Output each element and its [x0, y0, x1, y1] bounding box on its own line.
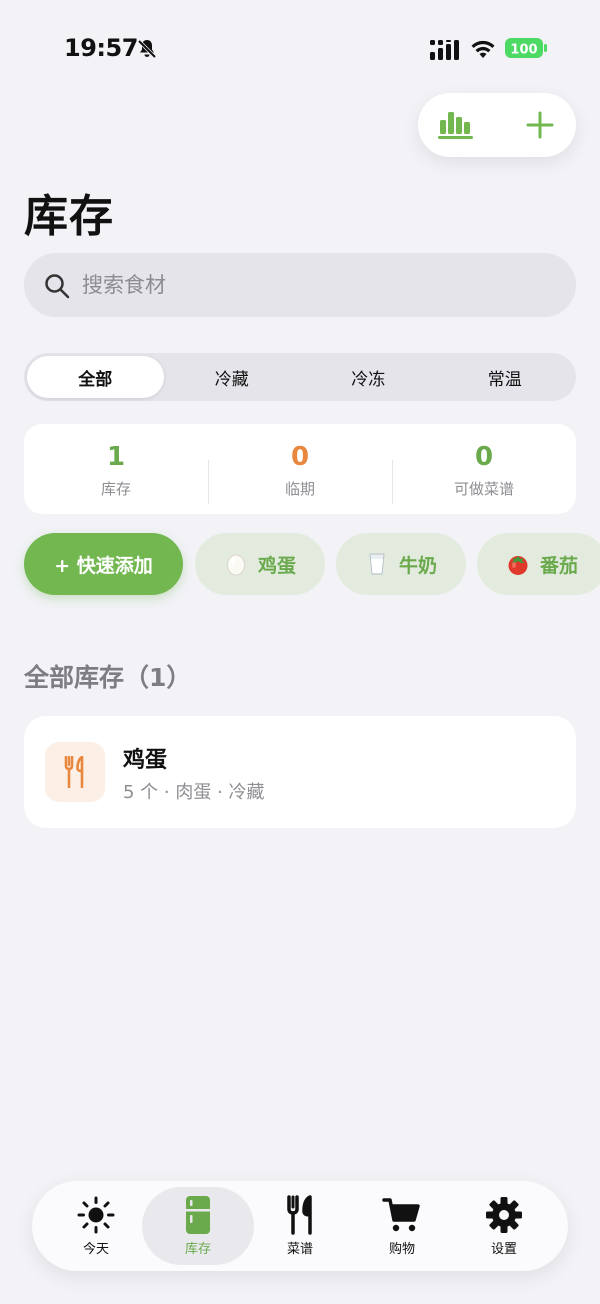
section-title: 全部库存（1） — [24, 663, 192, 692]
fork-knife-icon — [287, 1195, 312, 1235]
fridge-icon — [186, 1196, 210, 1234]
tab-freezer[interactable]: 冷冻 — [300, 356, 437, 398]
quick-add-chip-milk[interactable]: 牛奶 — [336, 533, 466, 595]
page-title: 库存 — [24, 191, 114, 242]
status-time: 19:57 — [64, 34, 138, 62]
quick-add-row: + 快速添加 鸡蛋 牛奶 番茄 — [24, 533, 600, 595]
tab-label: 购物 — [388, 1242, 415, 1257]
tab-settings[interactable]: 设置 — [448, 1187, 560, 1265]
tab-recipes[interactable]: 菜谱 — [244, 1187, 356, 1265]
stat-value: 0 — [290, 441, 310, 472]
tab-inventory[interactable]: 库存 — [142, 1187, 254, 1265]
cart-icon — [382, 1198, 420, 1232]
tab-bar: 今天 库存 菜谱 购物 设置 — [32, 1181, 568, 1271]
tab-shopping[interactable]: 购物 — [346, 1187, 458, 1265]
tab-room-temp[interactable]: 常温 — [437, 356, 574, 398]
tab-label: 设置 — [490, 1242, 517, 1257]
quick-add-button[interactable]: + 快速添加 — [24, 533, 183, 595]
fork-knife-icon — [64, 756, 84, 788]
tab-today[interactable]: 今天 — [40, 1187, 152, 1265]
item-name: 鸡蛋 — [123, 748, 168, 773]
tab-label: 库存 — [184, 1242, 211, 1257]
stat-inventory: 1 库存 — [24, 440, 208, 499]
stat-label: 可做菜谱 — [453, 479, 514, 498]
stat-label: 临期 — [284, 479, 315, 498]
search-bar[interactable] — [24, 253, 576, 317]
storage-filter: 全部 冷藏 冷冻 常温 — [24, 353, 576, 401]
stat-recipes: 0 可做菜谱 — [392, 440, 576, 504]
search-input[interactable] — [82, 253, 552, 317]
battery-icon: 100 — [505, 38, 547, 58]
egg-icon — [226, 554, 245, 576]
quick-add-chip-egg[interactable]: 鸡蛋 — [195, 533, 325, 595]
stats-card: 1 库存 0 临期 0 可做菜谱 — [24, 424, 576, 514]
status-bar: 19:57 100 — [0, 0, 600, 96]
bar-chart-icon — [438, 112, 473, 139]
list-item[interactable]: 鸡蛋 5 个 · 肉蛋 · 冷藏 — [24, 716, 576, 828]
sun-icon — [77, 1196, 115, 1234]
chip-label: 牛奶 — [398, 554, 437, 577]
chip-label: 鸡蛋 — [257, 554, 296, 577]
signal-icon — [430, 40, 459, 60]
battery-level: 100 — [510, 43, 537, 58]
tab-label: 今天 — [82, 1242, 109, 1257]
bell-slash-icon — [137, 39, 157, 59]
quick-add-chip-tomato[interactable]: 番茄 — [477, 533, 600, 595]
stat-expiring: 0 临期 — [208, 440, 392, 504]
tab-label: 菜谱 — [286, 1242, 313, 1257]
add-button[interactable] — [520, 105, 560, 145]
stats-button[interactable] — [436, 105, 476, 145]
stat-label: 库存 — [100, 479, 131, 498]
chip-label: 番茄 — [539, 554, 578, 577]
top-action-bar — [418, 93, 576, 157]
item-meta: 5 个 · 肉蛋 · 冷藏 — [123, 782, 265, 803]
plus-icon — [526, 111, 554, 139]
item-icon-badge — [45, 742, 105, 802]
tab-all[interactable]: 全部 — [27, 356, 164, 398]
tab-fridge[interactable]: 冷藏 — [164, 356, 301, 398]
milk-icon — [369, 553, 385, 575]
tomato-icon — [508, 556, 528, 575]
search-icon — [45, 274, 70, 299]
stat-value: 0 — [474, 441, 494, 472]
stat-value: 1 — [106, 441, 126, 472]
gear-icon — [486, 1197, 522, 1233]
wifi-icon — [471, 40, 495, 58]
